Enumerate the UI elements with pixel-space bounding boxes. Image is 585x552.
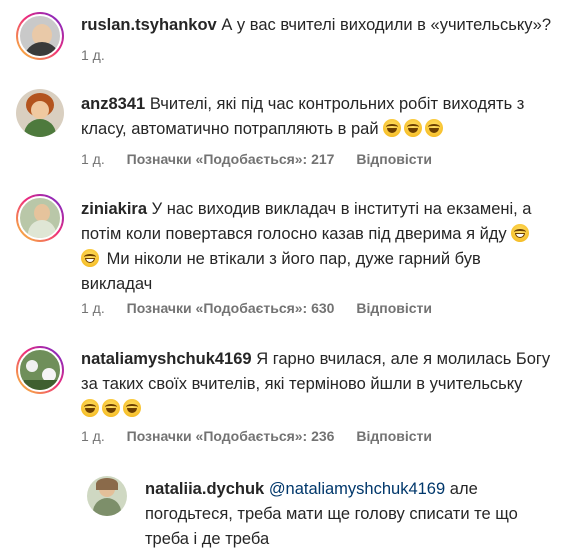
- reply-button[interactable]: Відповісти: [356, 428, 432, 444]
- username[interactable]: nataliamyshchuk4169: [81, 350, 252, 368]
- tears-of-joy-icon: [404, 119, 423, 137]
- tears-of-joy-icon: [81, 399, 99, 417]
- likes-count[interactable]: Позначки «Подобається»: 236: [127, 428, 335, 444]
- username[interactable]: anz8341: [81, 95, 145, 113]
- comment-meta: 1 д.: [81, 47, 123, 63]
- username[interactable]: ziniakira: [81, 200, 147, 218]
- likes-count[interactable]: Позначки «Подобається»: 217: [127, 151, 335, 167]
- grinning-squinting-icon: [81, 249, 99, 267]
- grinning-icon: [511, 224, 530, 242]
- tears-of-joy-icon: [425, 119, 444, 137]
- timestamp[interactable]: 1 д.: [81, 47, 105, 63]
- likes-count[interactable]: Позначки «Подобається»: 630: [127, 300, 335, 316]
- avatar[interactable]: [87, 476, 127, 516]
- comment-meta: 1 д. Позначки «Подобається»: 236 Відпові…: [81, 428, 450, 444]
- tears-of-joy-icon: [102, 399, 120, 417]
- timestamp[interactable]: 1 д.: [81, 151, 105, 167]
- comment-meta: 1 д. Позначки «Подобається»: 217 Відпові…: [81, 151, 450, 167]
- avatar[interactable]: [16, 194, 64, 242]
- tears-of-joy-icon: [123, 399, 141, 417]
- comment-text: ruslan.tsyhankov А у вас вчителі виходил…: [81, 16, 552, 34]
- username[interactable]: nataliia.dychuk: [145, 480, 264, 498]
- reply-button[interactable]: Відповісти: [356, 151, 432, 167]
- tears-of-joy-icon: [383, 119, 402, 137]
- avatar[interactable]: [16, 12, 64, 60]
- username[interactable]: ruslan.tsyhankov: [81, 16, 217, 34]
- comment-text: nataliia.dychuk @nataliamyshchuk4169 але…: [145, 480, 518, 548]
- reply-button[interactable]: Відповісти: [356, 300, 432, 316]
- timestamp[interactable]: 1 д.: [81, 300, 105, 316]
- comment-text: anz8341 Вчителі, які під час контрольних…: [81, 95, 525, 138]
- mention-link[interactable]: @nataliamyshchuk4169: [269, 480, 445, 498]
- avatar[interactable]: [16, 346, 64, 394]
- comment-text: nataliamyshchuk4169 Я гарно вчилася, але…: [81, 347, 550, 422]
- timestamp[interactable]: 1 д.: [81, 428, 105, 444]
- avatar[interactable]: [16, 89, 64, 137]
- comment-meta: 1 д. Позначки «Подобається»: 630 Відпові…: [81, 300, 450, 316]
- comment-text: ziniakira У нас виходив викладач в інсти…: [81, 200, 532, 293]
